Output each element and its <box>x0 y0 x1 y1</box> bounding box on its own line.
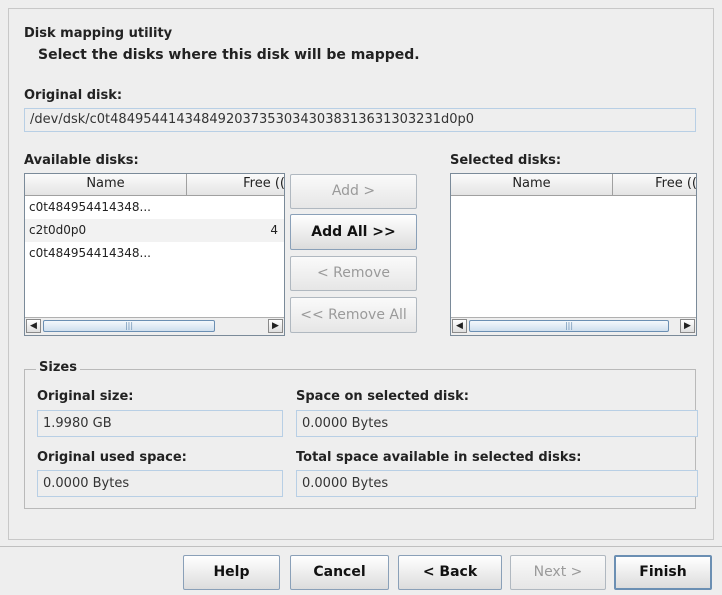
selected-horizontal-scrollbar[interactable]: ◀ ||| ▶ <box>451 317 696 335</box>
selected-table-header: Name Free (( <box>451 174 696 196</box>
back-button[interactable]: < Back <box>398 555 502 590</box>
footer-divider <box>0 546 722 547</box>
selected-col-free[interactable]: Free (( <box>613 174 696 195</box>
help-button[interactable]: Help <box>183 555 280 590</box>
finish-button[interactable]: Finish <box>614 555 712 590</box>
scroll-thumb[interactable]: ||| <box>469 320 669 332</box>
available-horizontal-scrollbar[interactable]: ◀ ||| ▶ <box>25 317 284 335</box>
row-name: c2t0d0p0 <box>29 223 87 237</box>
dialog-subtitle: Select the disks where this disk will be… <box>38 47 420 63</box>
dialog-title: Disk mapping utility <box>24 26 173 41</box>
original-used-label: Original used space: <box>37 450 187 465</box>
original-size-label: Original size: <box>37 389 134 404</box>
available-disks-label: Available disks: <box>24 153 139 168</box>
original-size-field: 1.9980 GB <box>37 410 283 437</box>
scroll-left-icon[interactable]: ◀ <box>452 319 467 333</box>
available-col-name[interactable]: Name <box>25 174 187 195</box>
scroll-right-icon[interactable]: ▶ <box>268 319 283 333</box>
original-disk-field: /dev/dsk/c0t4849544143484920373530343038… <box>24 108 696 132</box>
add-button[interactable]: Add > <box>290 174 417 209</box>
next-button[interactable]: Next > <box>510 555 606 590</box>
available-disks-table[interactable]: Name Free (( c0t484954414348... c2t0d0p0… <box>24 173 285 336</box>
original-disk-label: Original disk: <box>24 88 123 103</box>
add-all-button[interactable]: Add All >> <box>290 214 417 250</box>
remove-all-button[interactable]: << Remove All <box>290 297 417 333</box>
selected-disks-label: Selected disks: <box>450 153 562 168</box>
available-table-header: Name Free (( <box>25 174 284 196</box>
original-used-field: 0.0000 Bytes <box>37 470 283 497</box>
scroll-left-icon[interactable]: ◀ <box>26 319 41 333</box>
table-row[interactable]: c0t484954414348... <box>25 196 284 219</box>
space-selected-label: Space on selected disk: <box>296 389 469 404</box>
space-selected-field: 0.0000 Bytes <box>296 410 698 437</box>
remove-button[interactable]: < Remove <box>290 256 417 291</box>
total-available-field: 0.0000 Bytes <box>296 470 698 497</box>
selected-disks-table[interactable]: Name Free (( ◀ ||| ▶ <box>450 173 697 336</box>
scroll-right-icon[interactable]: ▶ <box>680 319 695 333</box>
table-row[interactable]: c0t484954414348... <box>25 242 284 265</box>
selected-col-name[interactable]: Name <box>451 174 613 195</box>
row-name: c0t484954414348... <box>29 246 151 260</box>
sizes-title: Sizes <box>36 360 80 375</box>
total-available-label: Total space available in selected disks: <box>296 450 582 465</box>
row-free: 4 <box>270 223 278 237</box>
scroll-thumb[interactable]: ||| <box>43 320 215 332</box>
cancel-button[interactable]: Cancel <box>290 555 389 590</box>
available-col-free[interactable]: Free (( <box>187 174 284 195</box>
table-row[interactable]: c2t0d0p0 4 <box>25 219 284 242</box>
row-name: c0t484954414348... <box>29 200 151 214</box>
